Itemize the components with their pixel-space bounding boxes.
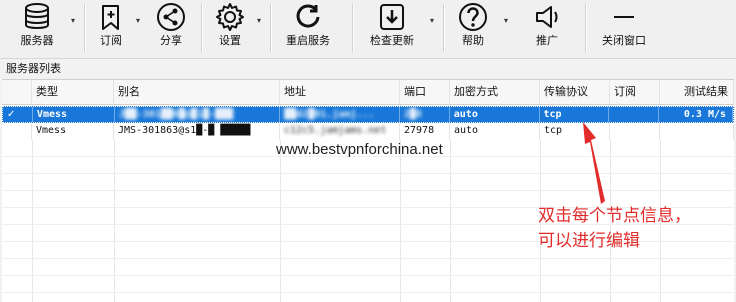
- server-security: auto: [450, 123, 540, 140]
- subscription-column-header[interactable]: 订阅: [610, 80, 660, 104]
- toolbar-separator: [585, 4, 587, 52]
- row-status: [2, 123, 32, 140]
- close-window-label: 关闭窗口: [602, 34, 646, 47]
- server-address-text: c12c5.jamjams.net: [284, 125, 387, 136]
- settings-dropdown-icon[interactable]: ▾: [254, 16, 264, 26]
- table-header: 类型 别名 地址 端口 加密方式 传输协议 订阅 测试结果: [2, 80, 734, 105]
- share-button[interactable]: 分享: [146, 0, 196, 58]
- server-address: c12c5.jamjams.net: [280, 123, 400, 140]
- server-security: auto: [450, 107, 540, 122]
- selected-check-icon: ✓: [3, 107, 33, 122]
- download-icon: [380, 4, 404, 30]
- server-address: ██d2█01.jamj...: [280, 107, 400, 122]
- servers-dropdown-icon[interactable]: ▾: [68, 16, 78, 26]
- server-list-title: 服务器列表: [6, 62, 61, 75]
- toolbar-separator: [443, 4, 445, 52]
- website-watermark: www.bestvpnforchina.net: [276, 141, 443, 158]
- server-alias: JMS-301863@s1█-█ █████: [114, 123, 280, 140]
- restart-service-button[interactable]: 重启服务: [276, 0, 340, 58]
- check-update-button[interactable]: 检查更新: [360, 0, 424, 58]
- database-icon: [25, 3, 49, 29]
- annotation-line-1: 双击每个节点信息，: [538, 206, 691, 226]
- subscription-button[interactable]: 订阅: [88, 0, 134, 58]
- settings-button[interactable]: 设置: [205, 0, 255, 58]
- server-alias-text: JMS-301863@s1█-█ █████: [118, 125, 251, 136]
- help-label: 帮助: [462, 34, 484, 47]
- server-type: Vmess: [32, 123, 114, 140]
- alias-column-header[interactable]: 别名: [114, 80, 280, 104]
- server-alias-text: J██-301██6█@█1█-███: [118, 109, 234, 120]
- port-column-header[interactable]: 端口: [400, 80, 450, 104]
- security-column-header[interactable]: 加密方式: [450, 80, 540, 104]
- server-port-text: 2█8: [403, 109, 422, 120]
- subscription-label: 订阅: [100, 34, 122, 47]
- server-port: 2█8: [400, 107, 450, 122]
- empty-table-row: [2, 259, 734, 276]
- empty-table-row: [2, 157, 734, 174]
- subscription-dropdown-icon[interactable]: ▾: [133, 16, 143, 26]
- toolbar-separator: [201, 4, 203, 52]
- promotion-button[interactable]: 推广: [522, 0, 572, 58]
- table-row[interactable]: Vmess JMS-301863@s1█-█ █████ c12c5.jamja…: [2, 123, 734, 140]
- edit-instruction-annotation: 双击每个节点信息， 可以进行编辑: [538, 204, 728, 254]
- annotation-line-2: 可以进行编辑: [538, 231, 640, 251]
- type-column-header[interactable]: 类型: [32, 80, 114, 104]
- minimize-icon: [614, 16, 634, 18]
- address-column-header[interactable]: 地址: [280, 80, 400, 104]
- help-icon: [459, 3, 487, 31]
- toolbar-separator: [352, 4, 354, 52]
- share-label: 分享: [160, 34, 182, 47]
- empty-table-row: [2, 276, 734, 293]
- servers-button[interactable]: 服务器: [8, 0, 66, 58]
- promotion-label: 推广: [536, 34, 558, 47]
- red-arrow-icon: [583, 122, 605, 204]
- restart-icon: [296, 4, 320, 28]
- server-address-text: ██d2█01.jamj...: [284, 109, 375, 120]
- help-button[interactable]: 帮助: [450, 0, 496, 58]
- server-test-result: [660, 123, 734, 140]
- check-update-label: 检查更新: [370, 34, 414, 47]
- server-port: 27978: [400, 123, 450, 140]
- status-column-header[interactable]: [2, 80, 32, 104]
- restart-service-label: 重启服务: [286, 34, 330, 47]
- help-dropdown-icon[interactable]: ▾: [501, 16, 511, 26]
- main-toolbar: 服务器 ▾ 订阅 ▾ 分享 设置 ▾ 重启服务 检查更新 ▾ 帮助 ▾ 推广 关…: [0, 0, 736, 59]
- gear-icon: [216, 3, 244, 31]
- speaker-icon: [536, 6, 558, 28]
- server-type: Vmess: [33, 107, 115, 122]
- subscribe-icon: [102, 5, 119, 30]
- toolbar-separator: [270, 4, 272, 52]
- v2ray-main-window: 服务器 ▾ 订阅 ▾ 分享 设置 ▾ 重启服务 检查更新 ▾ 帮助 ▾ 推广 关…: [0, 0, 736, 302]
- share-icon: [157, 3, 185, 31]
- update-dropdown-icon[interactable]: ▾: [427, 16, 437, 26]
- toolbar-separator: [84, 4, 86, 52]
- servers-label: 服务器: [20, 34, 54, 47]
- table-row[interactable]: ✓ Vmess J██-301██6█@█1█-███ ██d2█01.jamj…: [2, 106, 734, 123]
- server-alias: J██-301██6█@█1█-███: [115, 107, 281, 122]
- close-window-button[interactable]: 关闭窗口: [592, 0, 656, 58]
- server-test-result: 0.3 M/s: [659, 107, 734, 122]
- network-column-header[interactable]: 传输协议: [540, 80, 610, 104]
- test-result-column-header[interactable]: 测试结果: [660, 80, 734, 104]
- server-table: 类型 别名 地址 端口 加密方式 传输协议 订阅 测试结果 ✓ Vmess J█…: [2, 79, 734, 302]
- empty-table-row: [2, 174, 734, 191]
- settings-label: 设置: [219, 34, 241, 47]
